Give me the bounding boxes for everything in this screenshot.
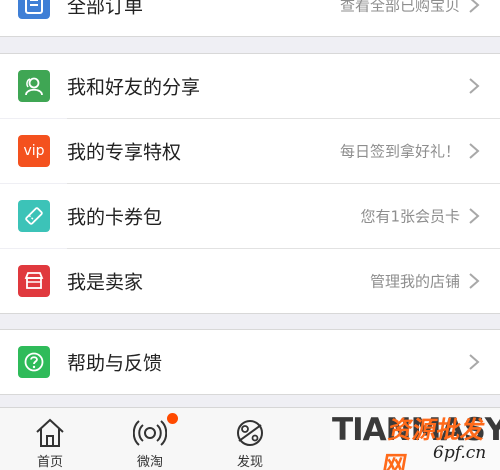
divider — [0, 394, 500, 395]
divider — [0, 313, 500, 314]
tab-label: 微淘 — [136, 455, 163, 470]
watermark-logo: TIANMASY 资源批发网 6pf.cn — [330, 410, 500, 470]
tab-home[interactable]: 首页 — [0, 408, 100, 470]
divider — [0, 36, 500, 37]
chevron-right-icon — [469, 273, 480, 289]
broadcast-icon — [133, 420, 167, 446]
menu-row-vip-privilege[interactable]: vip 我的专享特权 每日签到拿好礼！ — [0, 119, 500, 183]
screen: 全部订单 查看全部已购宝贝 我和好友的分享 vip 我的专享特权 每日签到拿好礼… — [0, 0, 500, 470]
menu-row-all-orders[interactable]: 全部订单 查看全部已购宝贝 — [0, 0, 500, 36]
menu-row-label: 我的专享特权 — [67, 141, 182, 164]
planet-icon — [237, 420, 263, 446]
chevron-right-icon — [469, 143, 480, 159]
menu-row-label: 我和好友的分享 — [67, 76, 201, 99]
help-question-icon — [18, 346, 50, 378]
vip-icon: vip — [18, 135, 50, 167]
menu-row-coupon-wallet[interactable]: 我的卡券包 您有1张会员卡 — [0, 184, 500, 248]
vip-icon-text: vip — [23, 143, 45, 159]
menu-row-label: 我是卖家 — [67, 271, 144, 294]
menu-row-subtext: 管理我的店铺 — [369, 272, 460, 291]
menu-row-friend-share[interactable]: 我和好友的分享 — [0, 54, 500, 118]
menu-row-label: 帮助与反馈 — [67, 352, 163, 375]
order-list-icon — [18, 0, 50, 19]
chevron-right-icon — [469, 0, 480, 13]
menu-row-label: 我的卡券包 — [67, 206, 163, 229]
tab-discover[interactable]: 发现 — [200, 408, 300, 470]
chevron-right-icon — [469, 354, 480, 370]
chevron-right-icon — [469, 78, 480, 94]
friends-share-icon — [18, 70, 50, 102]
tab-label: 首页 — [36, 455, 63, 470]
menu-row-label: 全部订单 — [67, 0, 144, 18]
chevron-right-icon — [469, 208, 480, 224]
tab-label: 发现 — [236, 455, 263, 470]
menu-row-subtext: 每日签到拿好礼！ — [339, 142, 460, 161]
tab-weitao[interactable]: 微淘 — [100, 408, 200, 470]
home-icon — [36, 418, 64, 447]
store-icon — [18, 265, 50, 297]
menu-row-subtext: 查看全部已购宝贝 — [339, 0, 460, 15]
coupon-ticket-icon — [18, 200, 50, 232]
notification-badge — [167, 413, 178, 424]
menu-row-help-feedback[interactable]: 帮助与反馈 — [0, 330, 500, 394]
menu-row-seller[interactable]: 我是卖家 管理我的店铺 — [0, 249, 500, 313]
watermark-url: 6pf.cn — [433, 443, 487, 463]
menu-row-subtext: 您有1张会员卡 — [360, 207, 460, 226]
